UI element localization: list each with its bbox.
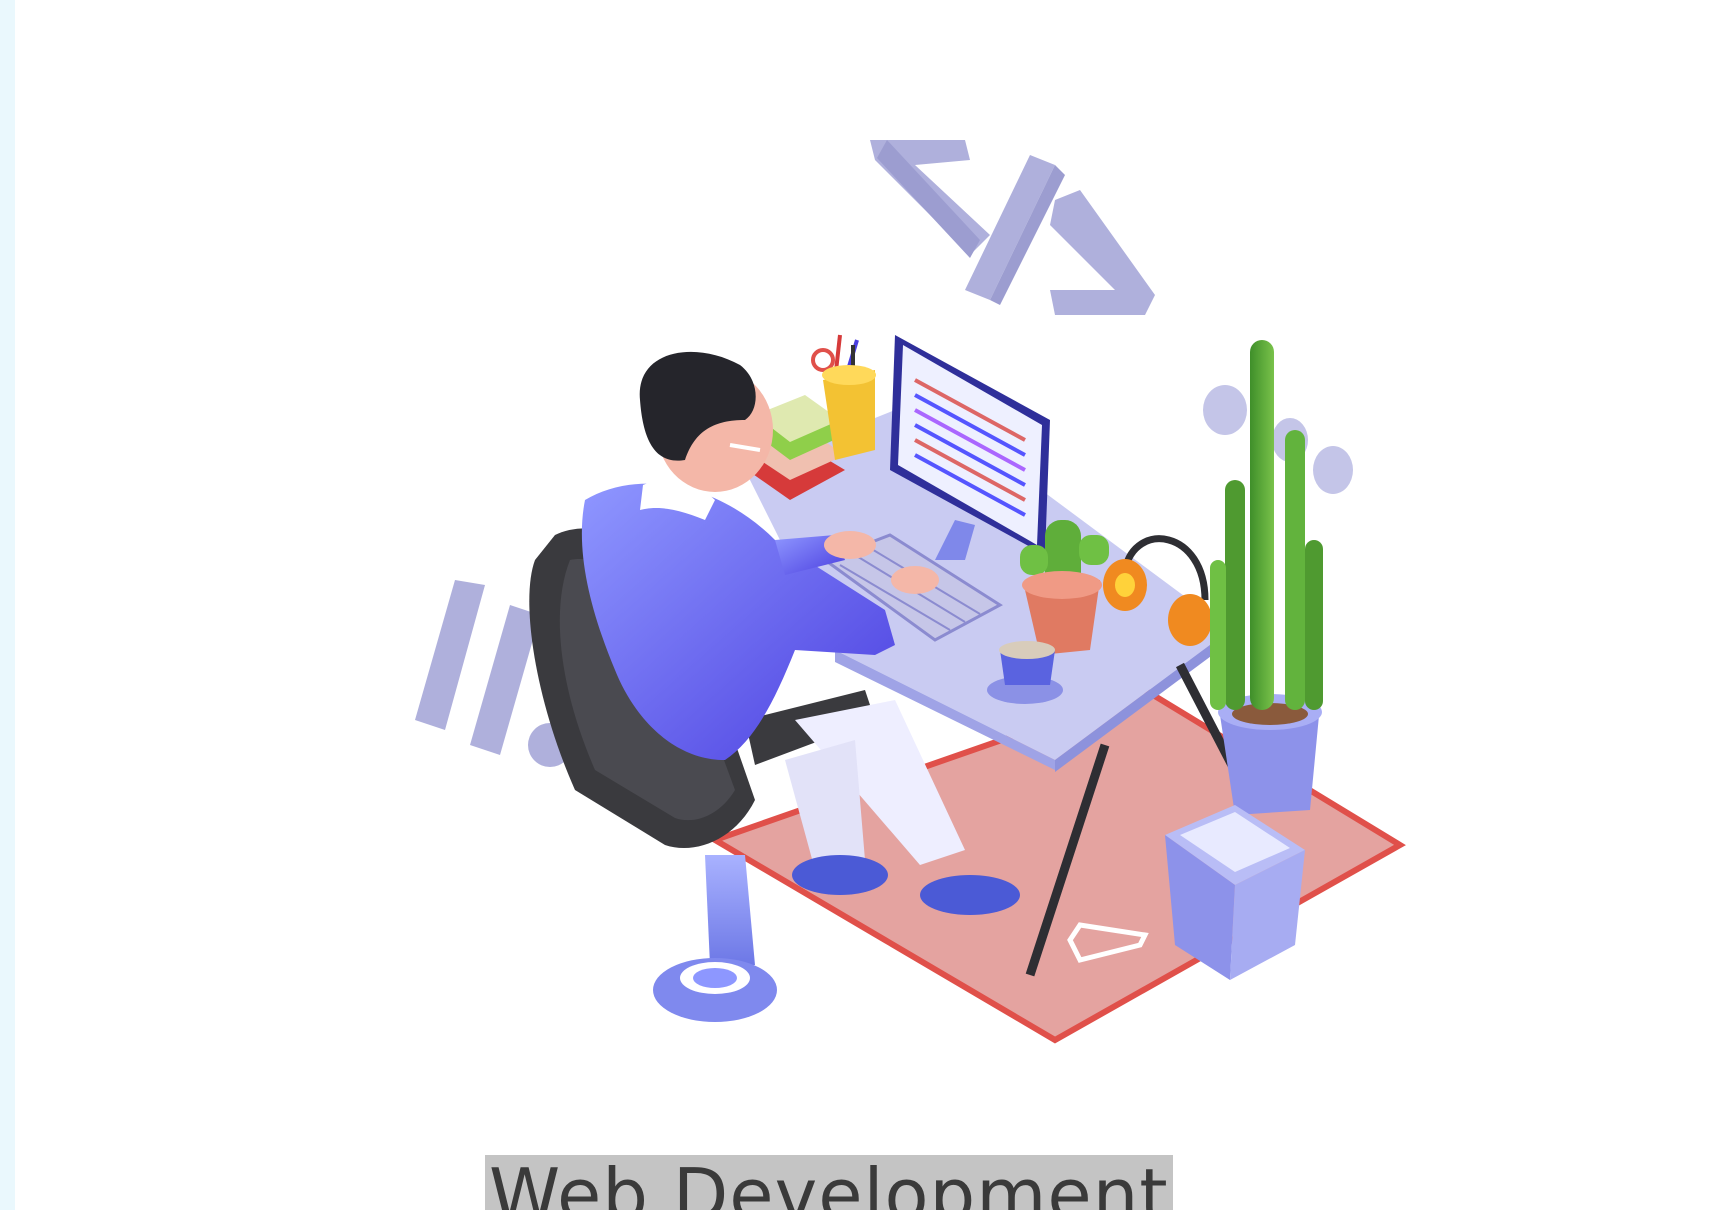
developer-at-desk-illustration: [415, 140, 1406, 1044]
service-card[interactable]: Web Development: [15, 0, 1730, 1210]
floating-dots-icon: [1203, 385, 1353, 494]
left-panel-edge: [0, 0, 15, 1210]
caption-container: Web Development: [485, 1155, 1173, 1210]
card-title[interactable]: Web Development: [485, 1155, 1173, 1210]
code-brackets-icon: [870, 140, 1155, 315]
